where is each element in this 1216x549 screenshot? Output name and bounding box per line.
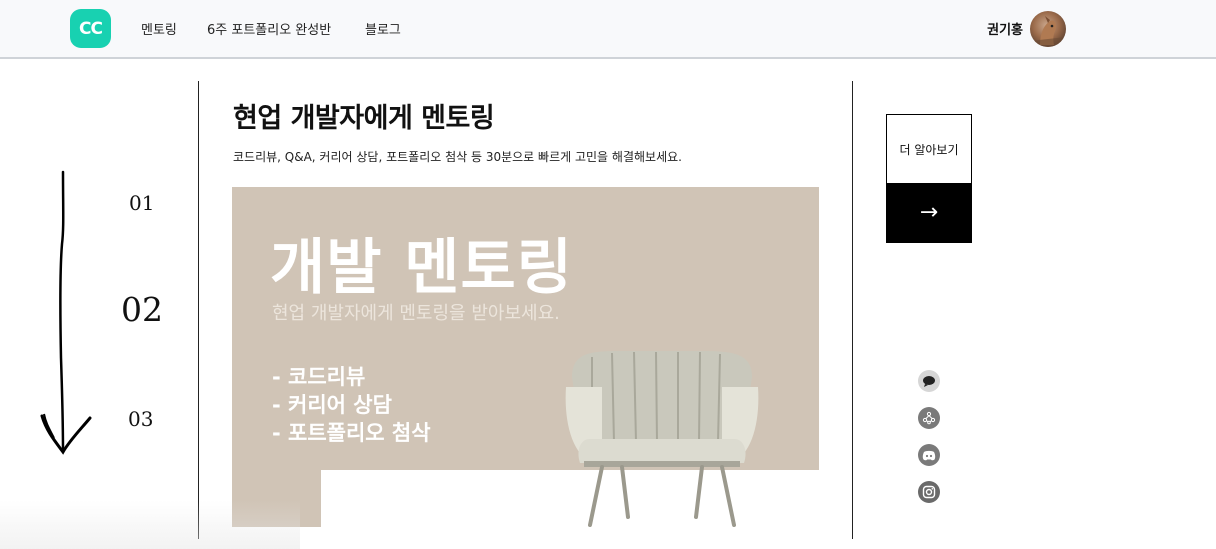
section-title: 현업 개발자에게 멘토링 [233,103,495,134]
instagram-icon[interactable] [918,481,940,503]
chat-bubble-icon[interactable] [918,370,940,392]
section-description: 코드리뷰, Q&A, 커리어 상담, 포트폴리오 첨삭 등 30분으로 빠르게 … [233,150,682,164]
down-arrow-icon [40,170,92,455]
nav-blog[interactable]: 블로그 [365,19,401,38]
nav-portfolio-course[interactable]: 6주 포트폴리오 완성반 [207,19,331,38]
avatar[interactable] [1030,11,1066,47]
bottom-shadow [0,500,300,549]
banner-bullet-list: - 코드리뷰 - 커리어 상담 - 포트폴리오 첨삭 [272,363,431,447]
network-icon[interactable] [918,407,940,429]
step-02-active: 02 [121,290,163,329]
logo[interactable]: CC [70,9,111,48]
armchair-image [565,351,759,527]
banner-bullet: - 코드리뷰 [272,365,366,389]
top-header: CC 멘토링 6주 포트폴리오 완성반 블로그 권기홍 [0,0,1216,59]
banner-title: 개발 멘토링 [270,233,573,303]
user-name[interactable]: 권기홍 [987,19,1023,38]
divider-right [852,81,853,539]
learn-more-card[interactable]: 더 알아보기 → [886,114,972,243]
step-01: 01 [129,191,155,215]
banner-bullet: - 포트폴리오 첨삭 [272,421,431,445]
learn-more-label[interactable]: 더 알아보기 [887,115,971,183]
nav-mentoring[interactable]: 멘토링 [141,19,177,38]
arrow-right-icon[interactable]: → [887,183,971,242]
banner-bullet: - 커리어 상담 [272,393,392,417]
discord-icon[interactable] [918,444,940,466]
step-03: 03 [128,407,154,431]
mentoring-banner: 개발 멘토링 현업 개발자에게 멘토링을 받아보세요. - 코드리뷰 - 커리어… [232,187,819,527]
divider-left [198,81,199,539]
banner-subtitle: 현업 개발자에게 멘토링을 받아보세요. [272,303,560,324]
